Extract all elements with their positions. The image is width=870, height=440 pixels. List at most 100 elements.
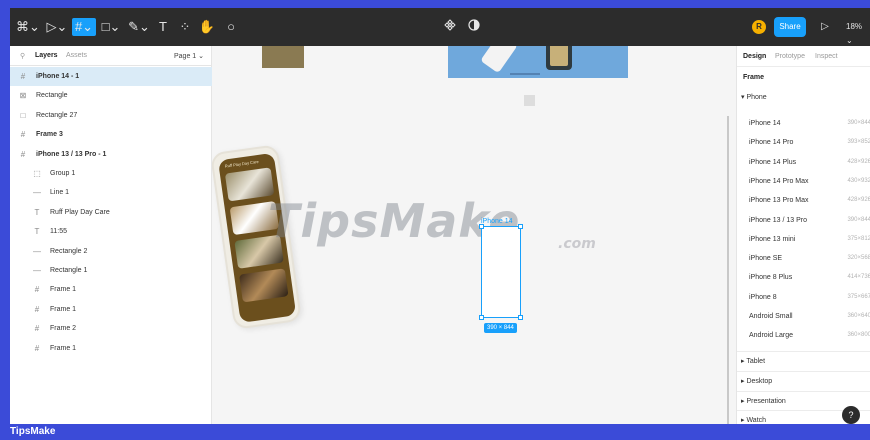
shape-tool-icon[interactable]: □⌄: [100, 18, 122, 36]
frame-preset-item[interactable]: iPhone 13 mini 375×812: [737, 230, 870, 249]
canvas-image-thumbnail[interactable]: [262, 46, 304, 68]
layer-row[interactable]: # iPhone 14 - 1: [10, 67, 212, 86]
help-button[interactable]: ?: [842, 406, 860, 424]
component-icon[interactable]: [442, 18, 458, 36]
section-label: ▸ Desktop: [741, 377, 773, 385]
frame-preset-item[interactable]: iPhone 13 / 13 Pro 390×844: [737, 211, 870, 230]
resources-icon[interactable]: ⁘: [176, 18, 194, 36]
window: ⌘⌄ ▷⌄ #⌄ □⌄ ✎⌄ T ⁘ ✋ ○ R Share ▷ 18% ⌄ ⚲: [0, 0, 870, 440]
text-tool-icon[interactable]: T: [154, 18, 172, 36]
comment-tool-icon[interactable]: ○: [222, 18, 240, 36]
preset-dimensions: 428×926: [847, 197, 870, 204]
frame-layer-icon: #: [34, 324, 40, 334]
dimension-badge: 390 × 844: [484, 323, 517, 333]
layer-row[interactable]: — Rectangle 1: [10, 261, 212, 280]
layer-row[interactable]: # Frame 1: [10, 300, 212, 319]
preset-name: iPhone 8 Plus: [749, 274, 793, 282]
tab-layers[interactable]: Layers: [35, 52, 58, 59]
layer-row[interactable]: T Ruff Play Day Care: [10, 203, 212, 222]
toolbar: ⌘⌄ ▷⌄ #⌄ □⌄ ✎⌄ T ⁘ ✋ ○ R Share ▷ 18% ⌄: [10, 8, 870, 46]
preset-name: iPhone 13 mini: [749, 235, 796, 243]
layer-label: Rectangle 27: [36, 111, 78, 119]
contrast-icon[interactable]: [466, 18, 482, 36]
selected-frame[interactable]: [481, 226, 521, 318]
preset-dimensions: 390×844: [847, 216, 870, 223]
canvas-image-banner[interactable]: [448, 46, 628, 78]
tab-design[interactable]: Design: [743, 53, 766, 60]
canvas-scrollbar[interactable]: [727, 116, 729, 424]
preset-dimensions: 430×932: [847, 177, 870, 184]
mock-title: Ruff Play Day Care: [224, 158, 260, 169]
hand-tool-icon[interactable]: ✋: [198, 18, 216, 36]
layer-row[interactable]: # Frame 1: [10, 339, 212, 358]
preset-name: iPhone 8: [749, 293, 777, 301]
section-label: ▸ Watch: [741, 417, 767, 424]
pen-tool-icon[interactable]: ✎⌄: [128, 18, 150, 36]
tab-assets[interactable]: Assets: [66, 52, 87, 59]
frame-preset-item[interactable]: Android Large 360×800: [737, 326, 870, 345]
frame-preset-item[interactable]: iPhone 8 Plus 414×736: [737, 268, 870, 287]
resize-handle[interactable]: [479, 315, 484, 320]
move-tool-icon[interactable]: ▷⌄: [46, 18, 68, 36]
layer-row[interactable]: # Frame 1: [10, 280, 212, 299]
main-menu-icon[interactable]: ⌘⌄: [16, 18, 40, 36]
layers-panel-tabs: ⚲ Layers Assets Page 1 ⌄: [10, 46, 212, 66]
share-button[interactable]: Share: [774, 17, 806, 37]
section-label: ▸ Tablet: [741, 358, 766, 365]
frame-preset-item[interactable]: iPhone SE 320×568: [737, 249, 870, 268]
preset-dimensions: 375×812: [847, 235, 870, 242]
tab-inspect[interactable]: Inspect: [815, 53, 838, 60]
frame-category-section[interactable]: ▸ Tablet: [737, 351, 870, 370]
figma-app: ⌘⌄ ▷⌄ #⌄ □⌄ ✎⌄ T ⁘ ✋ ○ R Share ▷ 18% ⌄ ⚲: [10, 8, 870, 424]
selected-frame-label[interactable]: iPhone 14: [481, 218, 513, 225]
frame-category-section[interactable]: ▸ Desktop: [737, 370, 870, 390]
preset-dimensions: 393×852: [847, 139, 870, 146]
shape-layer-icon: ⊠: [19, 91, 27, 101]
page-selector[interactable]: Page 1 ⌄: [174, 52, 204, 60]
dog-photo: [224, 167, 275, 202]
rectangle-shape[interactable]: [524, 95, 535, 106]
left-border: [0, 8, 10, 424]
dog-photo: [239, 268, 289, 303]
zoom-dropdown[interactable]: 18% ⌄: [846, 20, 870, 48]
layer-row[interactable]: ⊠ Rectangle: [10, 86, 212, 105]
layer-row[interactable]: T 11:55: [10, 222, 212, 241]
preset-dimensions: 320×568: [847, 255, 870, 262]
tab-prototype[interactable]: Prototype: [775, 53, 805, 60]
layer-label: Rectangle 2: [50, 247, 88, 255]
frame-preset-item[interactable]: iPhone 14 390×844: [737, 114, 870, 133]
canvas[interactable]: Ruff Play Day Care TipsMake .com iPhone …: [212, 46, 736, 424]
frame-tool-icon[interactable]: #⌄: [72, 18, 96, 36]
watermark-suffix: .com: [558, 236, 596, 252]
layer-row[interactable]: # Frame 3: [10, 125, 212, 144]
resize-handle[interactable]: [518, 224, 523, 229]
preset-dimensions: 414×736: [847, 274, 870, 281]
frame-preset-item[interactable]: iPhone 14 Pro 393×852: [737, 133, 870, 152]
frame-preset-item[interactable]: Android Small 360×640: [737, 307, 870, 326]
frame-preset-item[interactable]: iPhone 13 Pro Max 428×926: [737, 191, 870, 210]
avatar[interactable]: R: [752, 20, 766, 34]
play-icon[interactable]: ▷: [818, 18, 832, 36]
frame-layer-icon: #: [20, 149, 26, 159]
layer-row[interactable]: # Frame 2: [10, 319, 212, 338]
category-phone[interactable]: ▾ Phone: [741, 93, 767, 101]
preset-name: iPhone 14: [749, 120, 781, 127]
resize-handle[interactable]: [479, 224, 484, 229]
search-icon[interactable]: ⚲: [20, 52, 25, 60]
frame-preset-item[interactable]: iPhone 8 375×667: [737, 288, 870, 307]
layer-row[interactable]: ⬚ Group 1: [10, 164, 212, 183]
layer-row[interactable]: — Rectangle 2: [10, 242, 212, 261]
frame-preset-item[interactable]: iPhone 14 Plus 428×926: [737, 153, 870, 172]
layer-row[interactable]: □ Rectangle 27: [10, 106, 212, 125]
frame-layer-icon: #: [34, 343, 40, 353]
resize-handle[interactable]: [518, 315, 523, 320]
frame-layer-icon: #: [34, 304, 40, 314]
layer-row[interactable]: — Line 1: [10, 183, 212, 202]
divider: [737, 66, 870, 67]
footer-brand: TipsMake: [0, 424, 870, 440]
layers-panel: ⚲ Layers Assets Page 1 ⌄ # iPhone 14 - 1 ⊠…: [10, 46, 212, 424]
preset-dimensions: 360×800: [847, 332, 870, 339]
frame-preset-item[interactable]: iPhone 14 Pro Max 430×932: [737, 172, 870, 191]
preset-name: iPhone 13 / 13 Pro: [749, 216, 807, 224]
layer-row[interactable]: # iPhone 13 / 13 Pro - 1: [10, 145, 212, 164]
